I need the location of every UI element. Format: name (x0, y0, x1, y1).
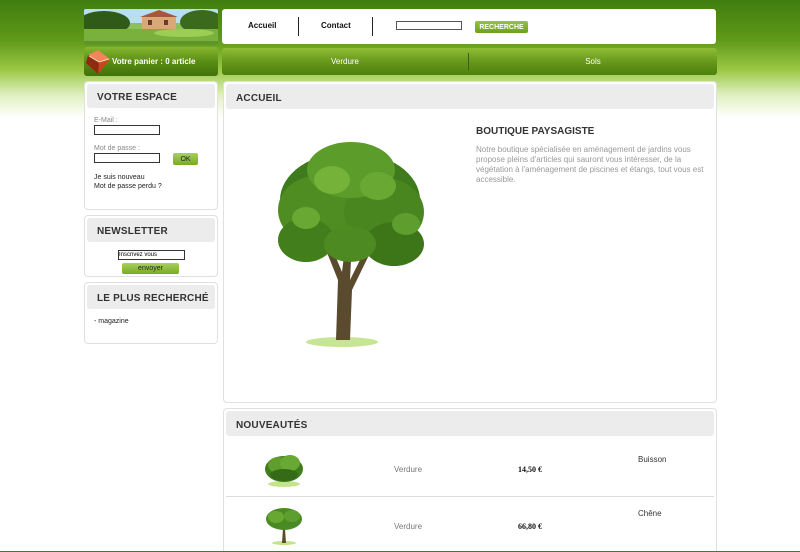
account-box: VOTRE ESPACE E-Mail : Mot de passe : OK … (84, 81, 218, 210)
box-icon (86, 50, 110, 74)
home-panel-title: ACCUEIL (236, 93, 282, 104)
home-panel-header: ACCUEIL (226, 84, 714, 109)
newsletter-box-title: NEWSLETTER (97, 226, 168, 237)
product-category: Verdure (394, 522, 423, 531)
category-link-sols[interactable]: Sols (469, 57, 717, 66)
cart-summary: Votre panier : 0 article (112, 57, 196, 66)
product-name[interactable]: Chêne (638, 509, 662, 518)
newsletter-submit-button[interactable]: envoyer (122, 263, 179, 274)
new-products-header: NOUVEAUTÉS (226, 411, 714, 436)
search-input[interactable] (396, 21, 462, 30)
newsletter-box-header: NEWSLETTER (87, 218, 215, 242)
shop-heading: BOUTIQUE PAYSAGISTE (476, 126, 595, 137)
product-price: 14,50 € (518, 465, 542, 474)
product-row[interactable]: Verdure 66,80 € Chêne (226, 498, 714, 552)
header-landscape-image (84, 9, 218, 45)
newsletter-box: NEWSLETTER envoyer (84, 215, 218, 277)
popular-box-title: LE PLUS RECHERCHÉ (97, 293, 209, 304)
cart-bar[interactable]: Votre panier : 0 article (84, 47, 218, 76)
popular-item-magazine[interactable]: - magazine (94, 318, 129, 325)
bush-thumbnail[interactable] (262, 445, 306, 489)
email-field[interactable] (94, 125, 160, 135)
account-box-header: VOTRE ESPACE (87, 84, 215, 108)
popular-box-header: LE PLUS RECHERCHÉ (87, 285, 215, 309)
row-divider (226, 496, 714, 497)
search-button[interactable]: RECHERCHE (475, 21, 528, 33)
register-link[interactable]: Je suis nouveau (94, 174, 145, 181)
nav-link-home[interactable]: Accueil (248, 21, 276, 30)
nav-link-contact[interactable]: Contact (321, 21, 351, 30)
product-row[interactable]: Verdure 14,50 € Buisson (226, 441, 714, 495)
home-panel: ACCUEIL BOUTIQUE PAYSAGISTE Notre boutiq… (223, 81, 717, 403)
new-products-panel: NOUVEAUTÉS Verdure 14,50 € Buisson Verdu… (223, 408, 717, 551)
oak-thumbnail[interactable] (262, 502, 306, 546)
login-ok-button[interactable]: OK (173, 153, 198, 165)
nav-separator (372, 17, 373, 36)
email-label: E-Mail : (94, 117, 118, 124)
nav-separator (298, 17, 299, 36)
top-navigation: Accueil Contact RECHERCHE (222, 9, 716, 44)
newsletter-email-input[interactable] (118, 250, 185, 260)
password-field[interactable] (94, 153, 160, 163)
account-box-title: VOTRE ESPACE (97, 92, 178, 103)
shop-description: Notre boutique spécialisée en aménagemen… (476, 145, 704, 184)
product-price: 66,80 € (518, 522, 542, 531)
product-name[interactable]: Buisson (638, 455, 666, 464)
popular-box: LE PLUS RECHERCHÉ - magazine (84, 282, 218, 344)
password-label: Mot de passe : (94, 145, 140, 152)
lost-password-link[interactable]: Mot de passe perdu ? (94, 183, 162, 190)
category-bar: Verdure Sols (222, 48, 717, 75)
category-link-verdure[interactable]: Verdure (222, 57, 468, 66)
new-products-title: NOUVEAUTÉS (236, 420, 308, 431)
tree-illustration (278, 142, 424, 347)
product-category: Verdure (394, 465, 423, 474)
